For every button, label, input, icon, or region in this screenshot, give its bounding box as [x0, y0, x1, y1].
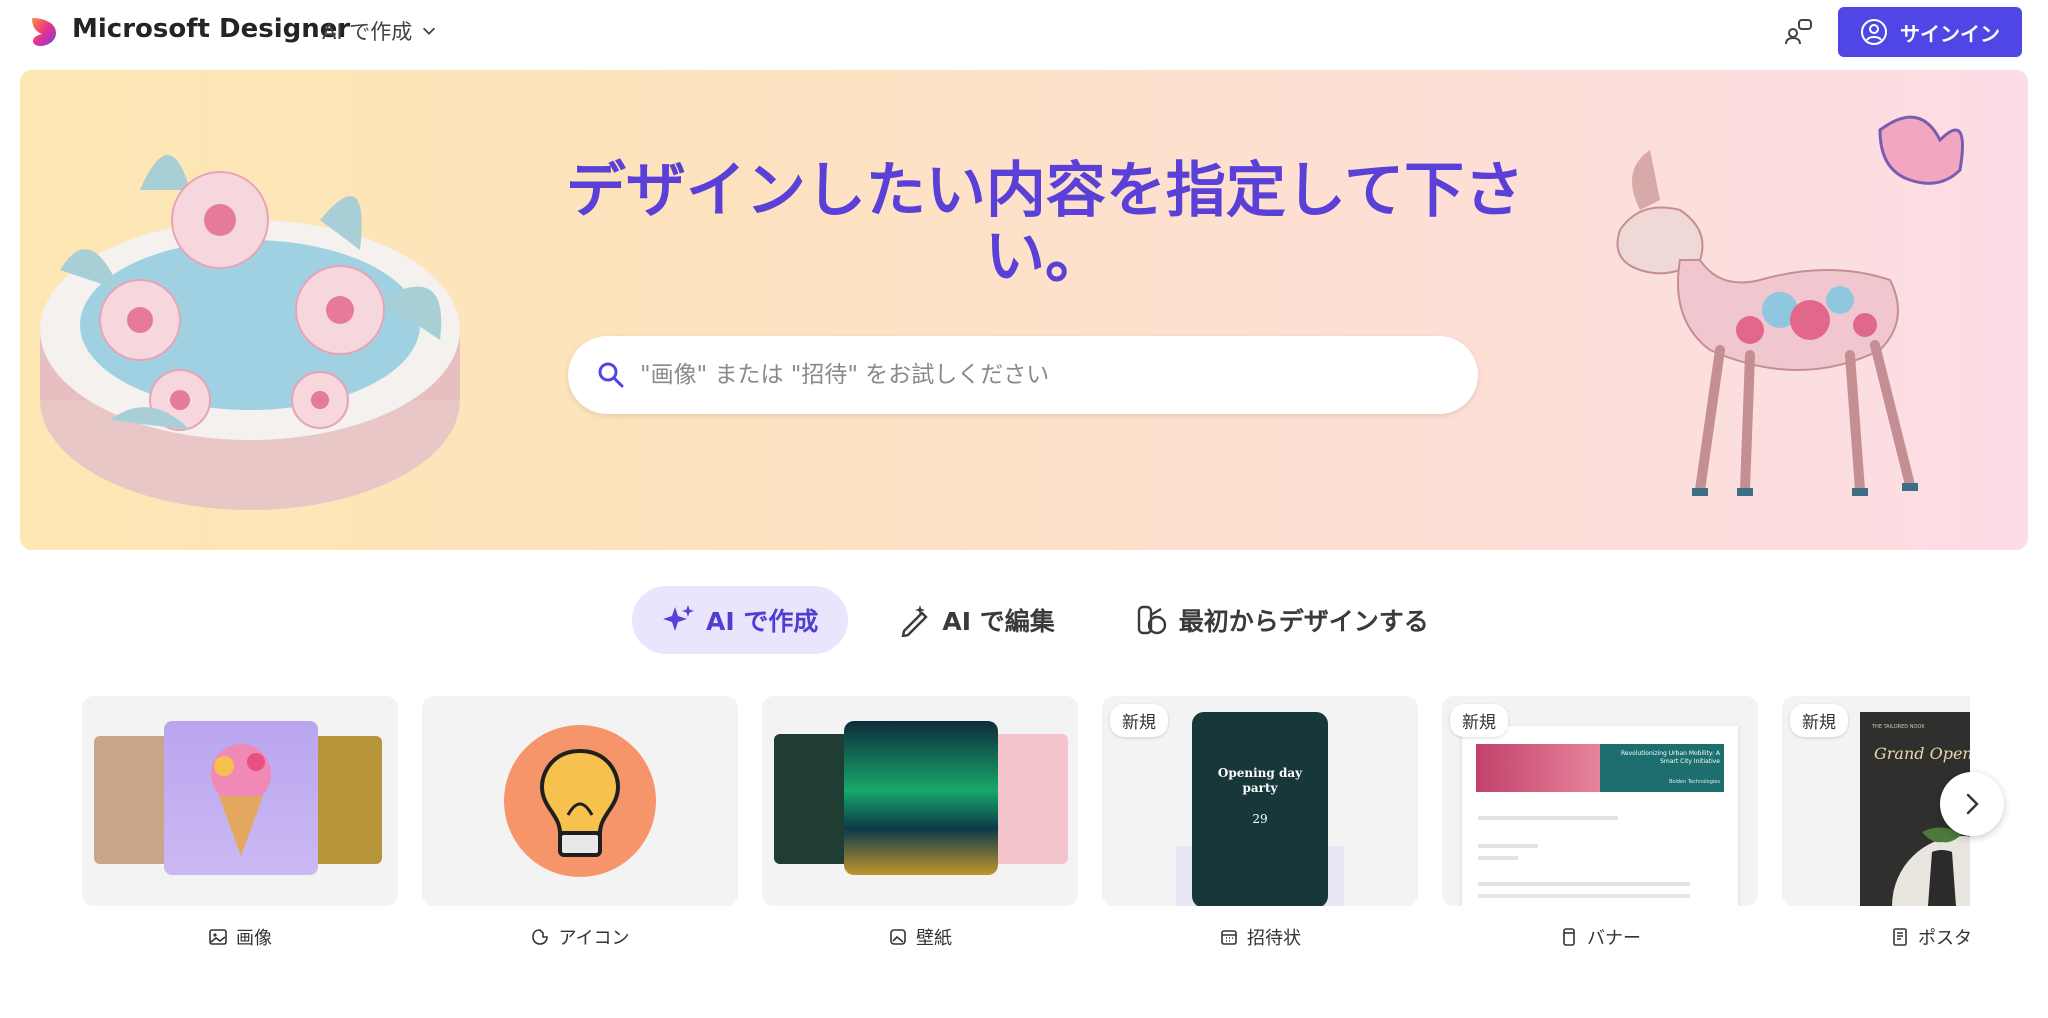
icon-sticker-icon [532, 929, 549, 945]
banner-thumb-sub: Bolden Technologies [1668, 779, 1720, 785]
tab-design-from-scratch-label: 最初からデザインする [1178, 607, 1429, 636]
sign-in-button[interactable]: サインイン [1838, 7, 2022, 57]
tab-ai-create-label: AI で作成 [706, 607, 819, 636]
invitation-thumb-title: Opening day party [1217, 766, 1303, 795]
sparkle-icon [663, 605, 694, 631]
chevron-down-icon [423, 27, 436, 35]
card-poster[interactable]: THE TAILORED NOOK Grand Openin 新規 ポスタ [1782, 696, 1970, 950]
hero-banner: デザインしたい内容を指定して下さい。 [20, 70, 2028, 550]
card-banner-label: バナー [1587, 928, 1641, 949]
card-invitation-label: 招待状 [1247, 928, 1301, 949]
card-poster-label-row: ポスタ [1782, 924, 1970, 950]
designer-logo-icon[interactable] [28, 16, 60, 48]
mode-tabs: AI で作成 AI で編集 最初からデザインする [632, 586, 1459, 654]
magic-pen-icon [901, 605, 929, 637]
new-badge: 新規 [1450, 704, 1508, 737]
user-avatar-icon [1861, 19, 1887, 45]
card-image-label: 画像 [236, 928, 272, 949]
hero-title: デザインしたい内容を指定して下さい。 [565, 156, 1525, 292]
card-wallpaper-thumbnail [762, 696, 1078, 906]
card-invitation-label-row: 招待状 [1102, 924, 1418, 950]
image-icon [209, 929, 227, 945]
top-bar: Microsoft Designer AI で作成 サインイン [0, 0, 2048, 66]
card-image[interactable]: 画像 [82, 696, 398, 950]
tab-design-from-scratch[interactable]: 最初からデザインする [1105, 586, 1459, 654]
card-invitation-thumbnail: Opening day party 29 新規 [1102, 696, 1418, 906]
card-wallpaper[interactable]: 壁紙 [762, 696, 1078, 950]
card-image-label-row: 画像 [82, 924, 398, 950]
card-banner[interactable]: Revolutionizing Urban Mobility: A Smart … [1442, 696, 1758, 950]
card-icon-label: アイコン [558, 928, 630, 949]
banner-icon [1563, 928, 1575, 946]
poster-thumb-title: Grand Openin [1874, 744, 1970, 763]
feedback-icon[interactable] [1782, 16, 1814, 48]
paper-flowers-illustration [40, 155, 460, 510]
wallpaper-icon [890, 929, 906, 945]
card-wallpaper-label-row: 壁紙 [762, 924, 1078, 950]
sign-in-label: サインイン [1900, 21, 2000, 46]
card-icon[interactable]: アイコン [422, 696, 738, 950]
new-badge: 新規 [1110, 704, 1168, 737]
paper-deer-illustration [1616, 115, 1964, 496]
prompt-search-box[interactable] [568, 336, 1478, 414]
card-icon-label-row: アイコン [422, 924, 738, 950]
card-invitation[interactable]: Opening day party 29 新規 招待状 [1102, 696, 1418, 950]
calendar-icon [1221, 930, 1237, 945]
search-icon [598, 362, 624, 388]
poster-thumb-sub: THE TAILORED NOOK [1872, 724, 1925, 730]
card-icon-thumbnail [422, 696, 738, 906]
card-banner-thumbnail: Revolutionizing Urban Mobility: A Smart … [1442, 696, 1758, 906]
new-badge: 新規 [1790, 704, 1848, 737]
card-poster-label: ポスタ [1918, 928, 1970, 949]
card-banner-label-row: バナー [1442, 924, 1758, 950]
invitation-thumb-date: 29 [1252, 812, 1268, 826]
template-carousel: 画像 アイコン 壁紙 Opening day party 29 新規 招待状 R… [82, 696, 1970, 966]
brand-name[interactable]: Microsoft Designer [72, 14, 350, 44]
ai-create-menu-label: AI で作成 [322, 20, 413, 44]
banner-thumb-title: Revolutionizing Urban Mobility: A Smart … [1621, 750, 1720, 765]
carousel-next-button[interactable] [1940, 772, 2004, 836]
tab-ai-edit[interactable]: AI で編集 [868, 586, 1084, 654]
design-tools-icon [1137, 605, 1166, 635]
tab-ai-edit-label: AI で編集 [942, 607, 1055, 636]
prompt-input[interactable] [640, 362, 1420, 388]
card-image-thumbnail [82, 696, 398, 906]
ai-create-menu[interactable]: AI で作成 [322, 16, 438, 46]
tab-ai-create[interactable]: AI で作成 [632, 586, 849, 654]
poster-icon [1893, 928, 1907, 946]
card-wallpaper-label: 壁紙 [916, 928, 952, 949]
chevron-right-icon [1966, 793, 1979, 815]
